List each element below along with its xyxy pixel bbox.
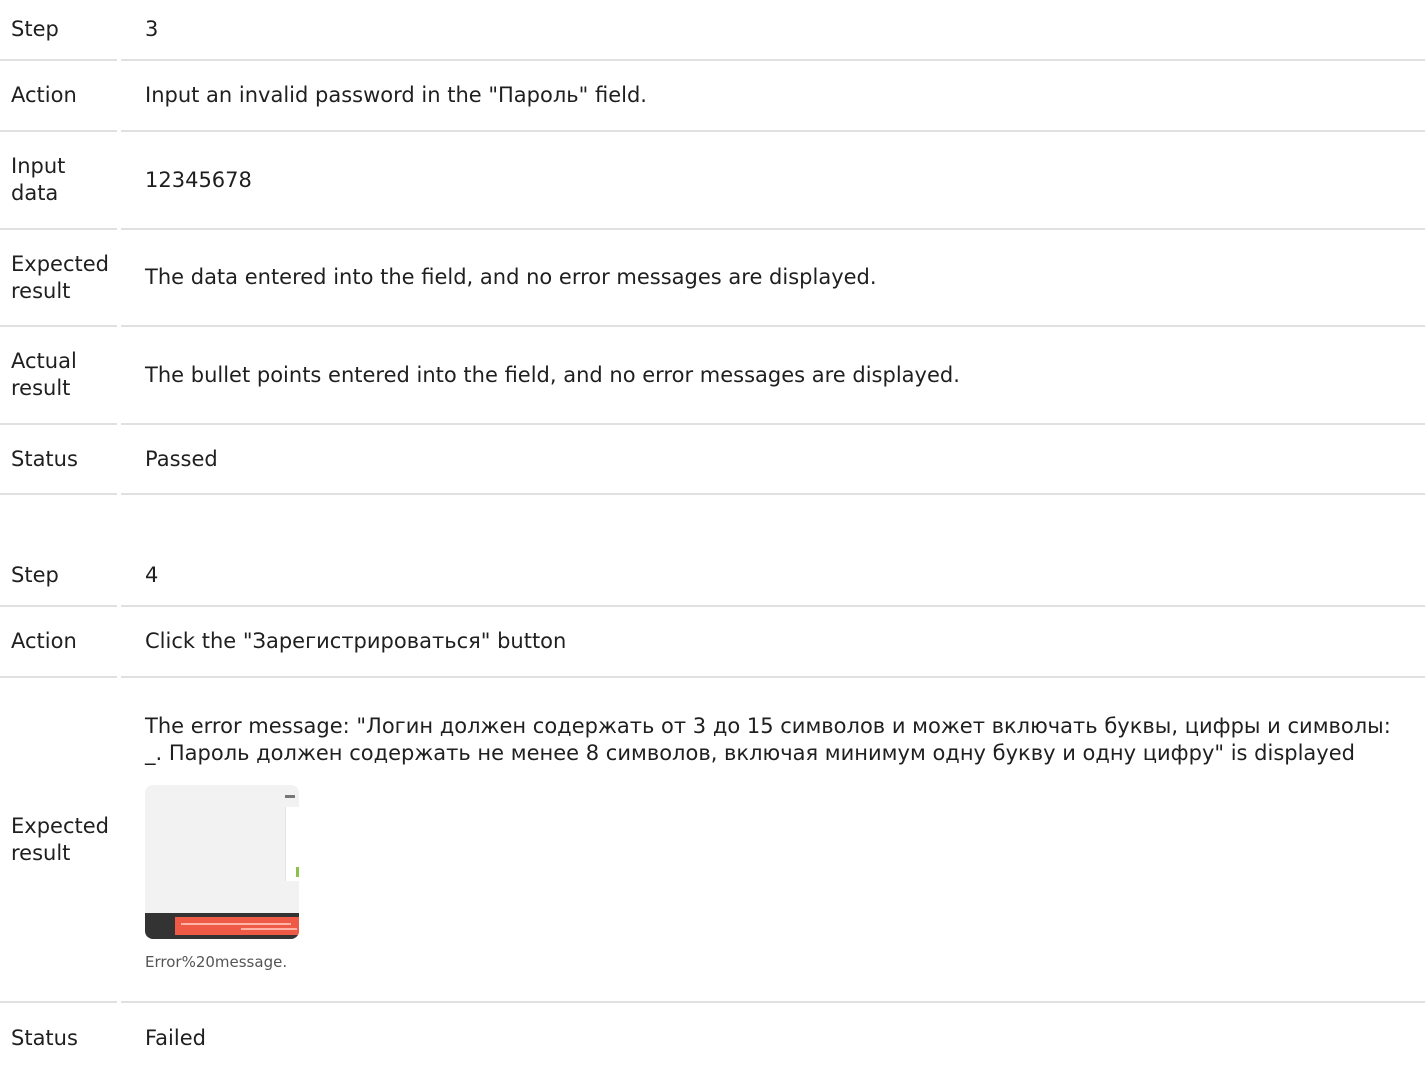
- expected-result-value: The data entered into the field, and no …: [121, 230, 1425, 327]
- status-label: Status: [11, 1025, 78, 1050]
- status-label: Status: [0, 425, 117, 495]
- step-label: Step: [0, 0, 117, 61]
- table-row: Status Failed: [0, 1003, 1425, 1068]
- table-row: Status Passed: [0, 425, 1425, 495]
- action-value: Click the "Зарегистрироваться" button: [121, 607, 1425, 678]
- actual-result-value: The bullet points entered into the field…: [121, 327, 1425, 425]
- input-data-value: 12345678: [121, 132, 1425, 230]
- table-row: Action Click the "Зарегистрироваться" bu…: [0, 607, 1425, 678]
- table-row: Expected result The data entered into th…: [0, 230, 1425, 327]
- table-row: Step 4: [0, 546, 1425, 607]
- action-value: Input an invalid password in the "Пароль…: [121, 61, 1425, 132]
- expected-result-label: Expected result: [0, 678, 117, 1003]
- table-row: Expected result The error message: "Логи…: [0, 678, 1425, 1003]
- step-4-table: Step 4 Action Click the "Зарегистрироват…: [0, 546, 1425, 1068]
- input-data-label: Input data: [0, 132, 117, 230]
- step-number: 4: [121, 546, 1425, 607]
- status-value: Passed: [121, 425, 1425, 495]
- table-row: Input data 12345678: [0, 132, 1425, 230]
- image-caption: Error%20message.: [145, 953, 288, 971]
- error-message-screenshot[interactable]: [145, 785, 299, 939]
- test-case-page: Step 3 Action Input an invalid password …: [0, 0, 1425, 1068]
- expected-result-value: The error message: "Логин должен содержа…: [145, 714, 1391, 765]
- step-label: Step: [0, 546, 117, 607]
- step-number: 3: [121, 0, 1425, 61]
- status-value: Failed: [145, 1025, 206, 1050]
- table-row: Action Input an invalid password in the …: [0, 61, 1425, 132]
- action-label: Action: [0, 607, 117, 678]
- step-3-table: Step 3 Action Input an invalid password …: [0, 0, 1425, 495]
- actual-result-label: Actual result: [0, 327, 117, 425]
- expected-result-label: Expected result: [0, 230, 117, 327]
- action-label: Action: [0, 61, 117, 132]
- table-row: Step 3: [0, 0, 1425, 61]
- table-row: Actual result The bullet points entered …: [0, 327, 1425, 425]
- expected-result-cell: The error message: "Логин должен содержа…: [121, 678, 1425, 1003]
